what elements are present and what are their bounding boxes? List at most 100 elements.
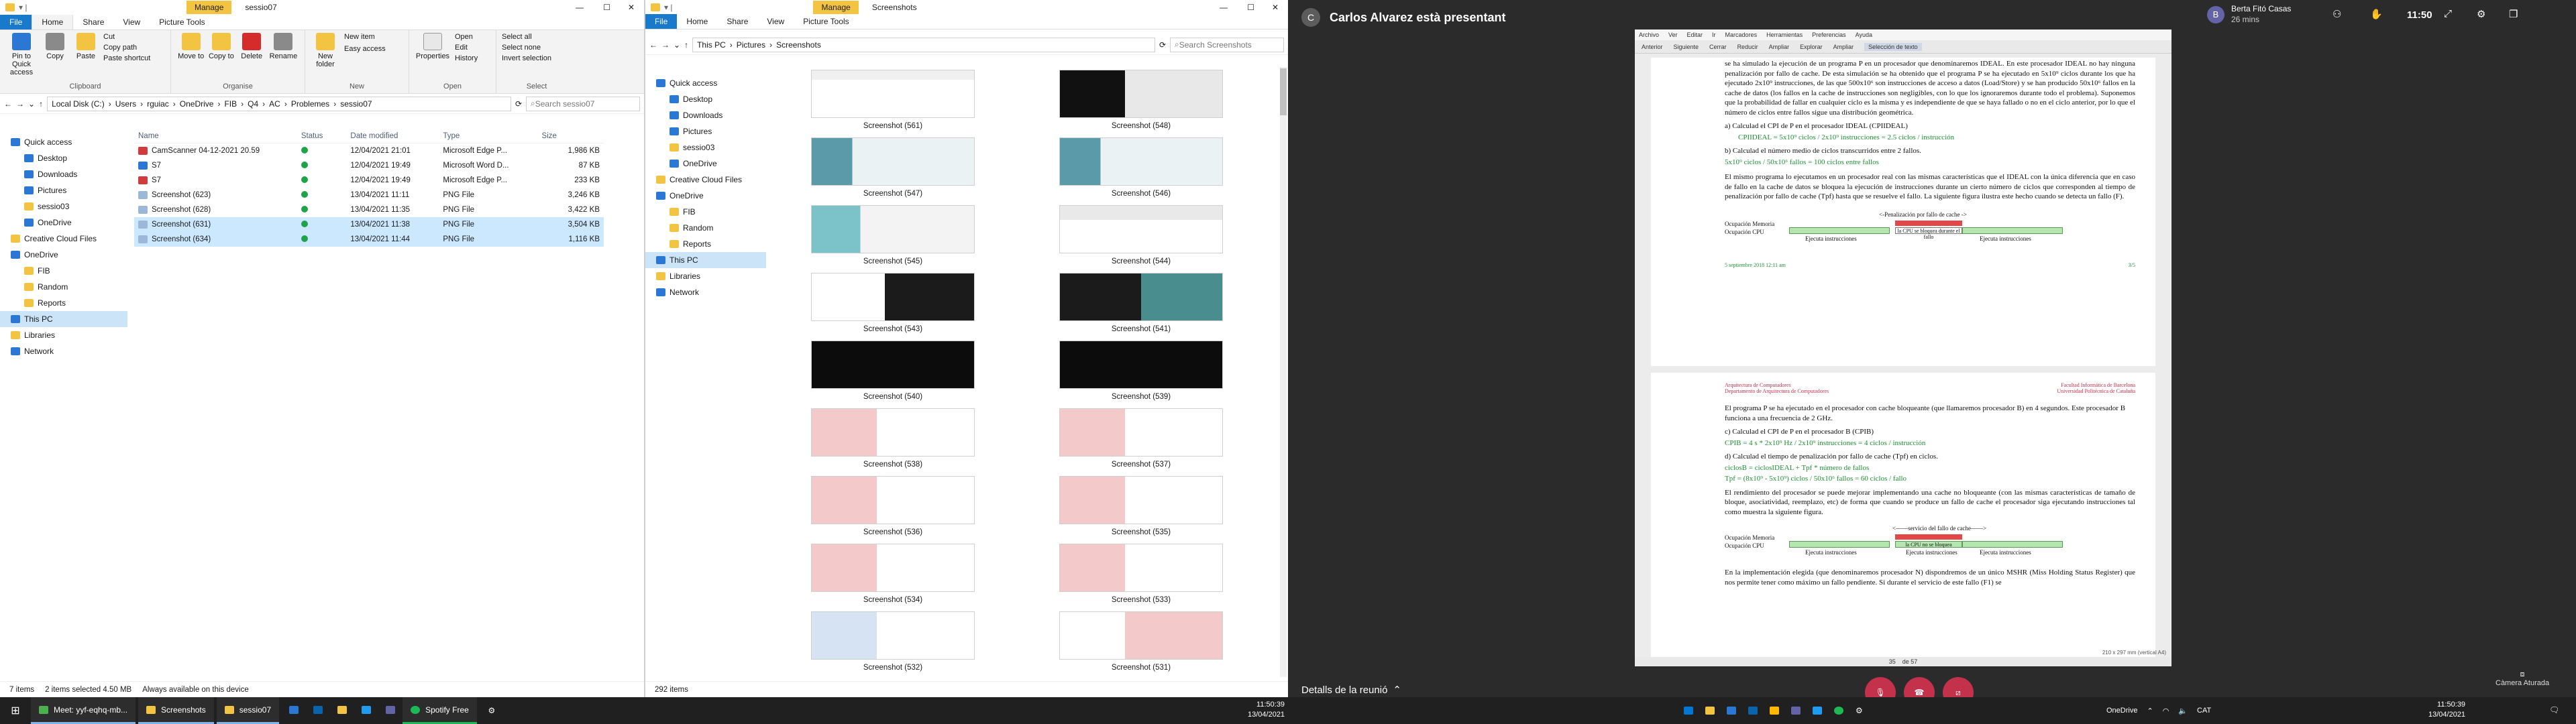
- delete-button[interactable]: Delete: [237, 33, 266, 60]
- nav-desktop[interactable]: Desktop: [0, 150, 127, 166]
- expand-icon[interactable]: ⤢: [2444, 8, 2452, 19]
- notifications-icon[interactable]: 🗨: [2549, 705, 2559, 715]
- minimize-icon[interactable]: —: [576, 3, 584, 12]
- menu-item[interactable]: Ir: [1712, 32, 1716, 38]
- close-button[interactable]: Cerrar: [1709, 44, 1727, 50]
- participant-tile[interactable]: B Berta Fitó Casas 26 mins: [2207, 4, 2291, 25]
- up-icon[interactable]: ↑: [39, 99, 43, 109]
- nav-downloads[interactable]: Downloads: [0, 166, 127, 182]
- clock-right[interactable]: 11:50:39 13/04/2021: [2428, 700, 2465, 720]
- settings-icon[interactable]: ⚙: [480, 706, 504, 715]
- tab-home[interactable]: Home: [32, 14, 74, 29]
- history-button[interactable]: History: [455, 54, 478, 62]
- menu-item[interactable]: Ayuda: [1856, 32, 1872, 38]
- nav-onedrive-quick[interactable]: OneDrive: [645, 156, 766, 172]
- table-row[interactable]: Screenshot (628) 13/04/2021 11:35 PNG File…: [134, 202, 604, 217]
- nav-this-pc[interactable]: This PC: [645, 252, 766, 268]
- people-icon[interactable]: ⚇: [2332, 8, 2341, 20]
- sticky-notes-icon[interactable]: [1770, 707, 1779, 715]
- language-indicator[interactable]: CAT: [2197, 707, 2211, 715]
- address-bar[interactable]: This PC › Pictures › Screenshots: [692, 37, 1155, 52]
- tab-view[interactable]: View: [113, 15, 150, 29]
- tab-view[interactable]: View: [757, 14, 794, 29]
- menu-item[interactable]: Editar: [1687, 32, 1703, 38]
- manage-context-tab[interactable]: Manage: [813, 1, 859, 14]
- nav-pictures[interactable]: Pictures: [645, 123, 766, 139]
- quick-access-toolbar[interactable]: ▾ |: [664, 3, 672, 12]
- meeting-details-button[interactable]: Detalls de la reunió ⌃: [1301, 684, 1401, 697]
- thumbnail-item[interactable]: Screenshot (533): [1017, 541, 1265, 609]
- word-icon[interactable]: [282, 705, 306, 716]
- nav-fib[interactable]: FIB: [0, 263, 127, 279]
- crumb[interactable]: sessio07: [340, 99, 372, 109]
- file-explorer-icon[interactable]: [1705, 707, 1715, 715]
- tab-file[interactable]: File: [0, 15, 32, 29]
- invert-selection-button[interactable]: Invert selection: [502, 54, 572, 62]
- nav-quick-access[interactable]: Quick access: [645, 75, 766, 91]
- thumbnail-item[interactable]: Screenshot (539): [1017, 338, 1265, 406]
- menu-item[interactable]: Preferencias: [1812, 32, 1846, 38]
- crumb[interactable]: FIB: [224, 99, 237, 109]
- tab-file[interactable]: File: [645, 14, 678, 29]
- file-explorer-icon[interactable]: [330, 705, 354, 716]
- copy-button[interactable]: Copy: [42, 33, 68, 60]
- col-size[interactable]: Size: [542, 132, 604, 140]
- nav-reports[interactable]: Reports: [0, 295, 127, 311]
- nav-quick-access[interactable]: Quick access: [0, 134, 127, 150]
- crumb[interactable]: AC: [269, 99, 280, 109]
- copy-to-button[interactable]: Copy to: [207, 33, 235, 60]
- thumbnail-item[interactable]: Screenshot (536): [769, 473, 1017, 541]
- nav-libraries[interactable]: Libraries: [0, 327, 127, 343]
- onedrive-label[interactable]: OneDrive: [2106, 707, 2137, 715]
- close-icon[interactable]: ✕: [1272, 3, 1279, 12]
- nav-network[interactable]: Network: [0, 343, 127, 359]
- col-name[interactable]: Name: [134, 132, 301, 140]
- crumb[interactable]: Local Disk (C:): [52, 99, 105, 109]
- col-type[interactable]: Type: [443, 132, 541, 140]
- table-row[interactable]: Screenshot (623) 13/04/2021 11:11 PNG File…: [134, 188, 604, 202]
- search-input[interactable]: ⌕ Search sessio07: [526, 96, 640, 111]
- explore-button[interactable]: Explorar: [1800, 44, 1823, 50]
- thumbnail-item[interactable]: Screenshot (548): [1017, 67, 1265, 135]
- menu-item[interactable]: Marcadores: [1725, 32, 1758, 38]
- manage-context-tab[interactable]: Manage: [186, 1, 232, 14]
- nav-fib[interactable]: FIB: [645, 204, 766, 220]
- next-button[interactable]: Siguiente: [1674, 44, 1699, 50]
- clock-left[interactable]: 11:50:39 13/04/2021: [1248, 700, 1285, 720]
- refresh-icon[interactable]: ⟳: [1159, 40, 1166, 50]
- spotify-icon[interactable]: [1834, 707, 1843, 715]
- nav-onedrive[interactable]: OneDrive: [645, 188, 766, 204]
- settings-icon[interactable]: ⚙: [1856, 706, 1863, 715]
- properties-button[interactable]: Properties: [415, 33, 451, 60]
- start-icon[interactable]: ⊞: [0, 704, 31, 717]
- easy-access-button[interactable]: Easy access: [344, 45, 386, 53]
- nav-onedrive-quick[interactable]: OneDrive: [0, 215, 127, 231]
- pin-button[interactable]: Pin to Quick access: [5, 33, 38, 76]
- back-icon[interactable]: ←: [4, 99, 12, 109]
- zoom-in-button[interactable]: Ampliar: [1769, 44, 1790, 50]
- recent-icon[interactable]: ⌄: [28, 99, 35, 109]
- thumbnail-item[interactable]: Screenshot (545): [769, 202, 1017, 270]
- edit-button[interactable]: Edit: [455, 44, 478, 52]
- nav-desktop[interactable]: Desktop: [645, 91, 766, 107]
- thumbnail-item[interactable]: Screenshot (537): [1017, 406, 1265, 473]
- menu-item[interactable]: Archivo: [1639, 32, 1659, 38]
- crumb[interactable]: Users: [115, 99, 136, 109]
- word-icon[interactable]: [1727, 707, 1736, 715]
- paste-shortcut-button[interactable]: Paste shortcut: [103, 54, 150, 62]
- nav-sessio03[interactable]: sessio03: [0, 198, 127, 215]
- select-none-button[interactable]: Select none: [502, 44, 572, 52]
- scrollbar[interactable]: [1280, 67, 1287, 677]
- cut-button[interactable]: Cut: [103, 33, 150, 41]
- table-row[interactable]: CamScanner 04-12-2021 20.59 12/04/2021 21…: [134, 143, 604, 158]
- wifi-icon[interactable]: ◠: [2163, 707, 2169, 715]
- forward-icon[interactable]: →: [16, 99, 24, 109]
- vscode-icon[interactable]: [354, 705, 378, 716]
- tab-share[interactable]: Share: [717, 14, 757, 29]
- nav-sessio03[interactable]: sessio03: [645, 139, 766, 156]
- nav-this-pc[interactable]: This PC: [0, 311, 127, 327]
- forward-icon[interactable]: →: [661, 40, 669, 50]
- new-folder-button[interactable]: New folder: [311, 33, 340, 68]
- close-icon[interactable]: ✕: [628, 3, 635, 12]
- nav-creative-cloud[interactable]: Creative Cloud Files: [0, 231, 127, 247]
